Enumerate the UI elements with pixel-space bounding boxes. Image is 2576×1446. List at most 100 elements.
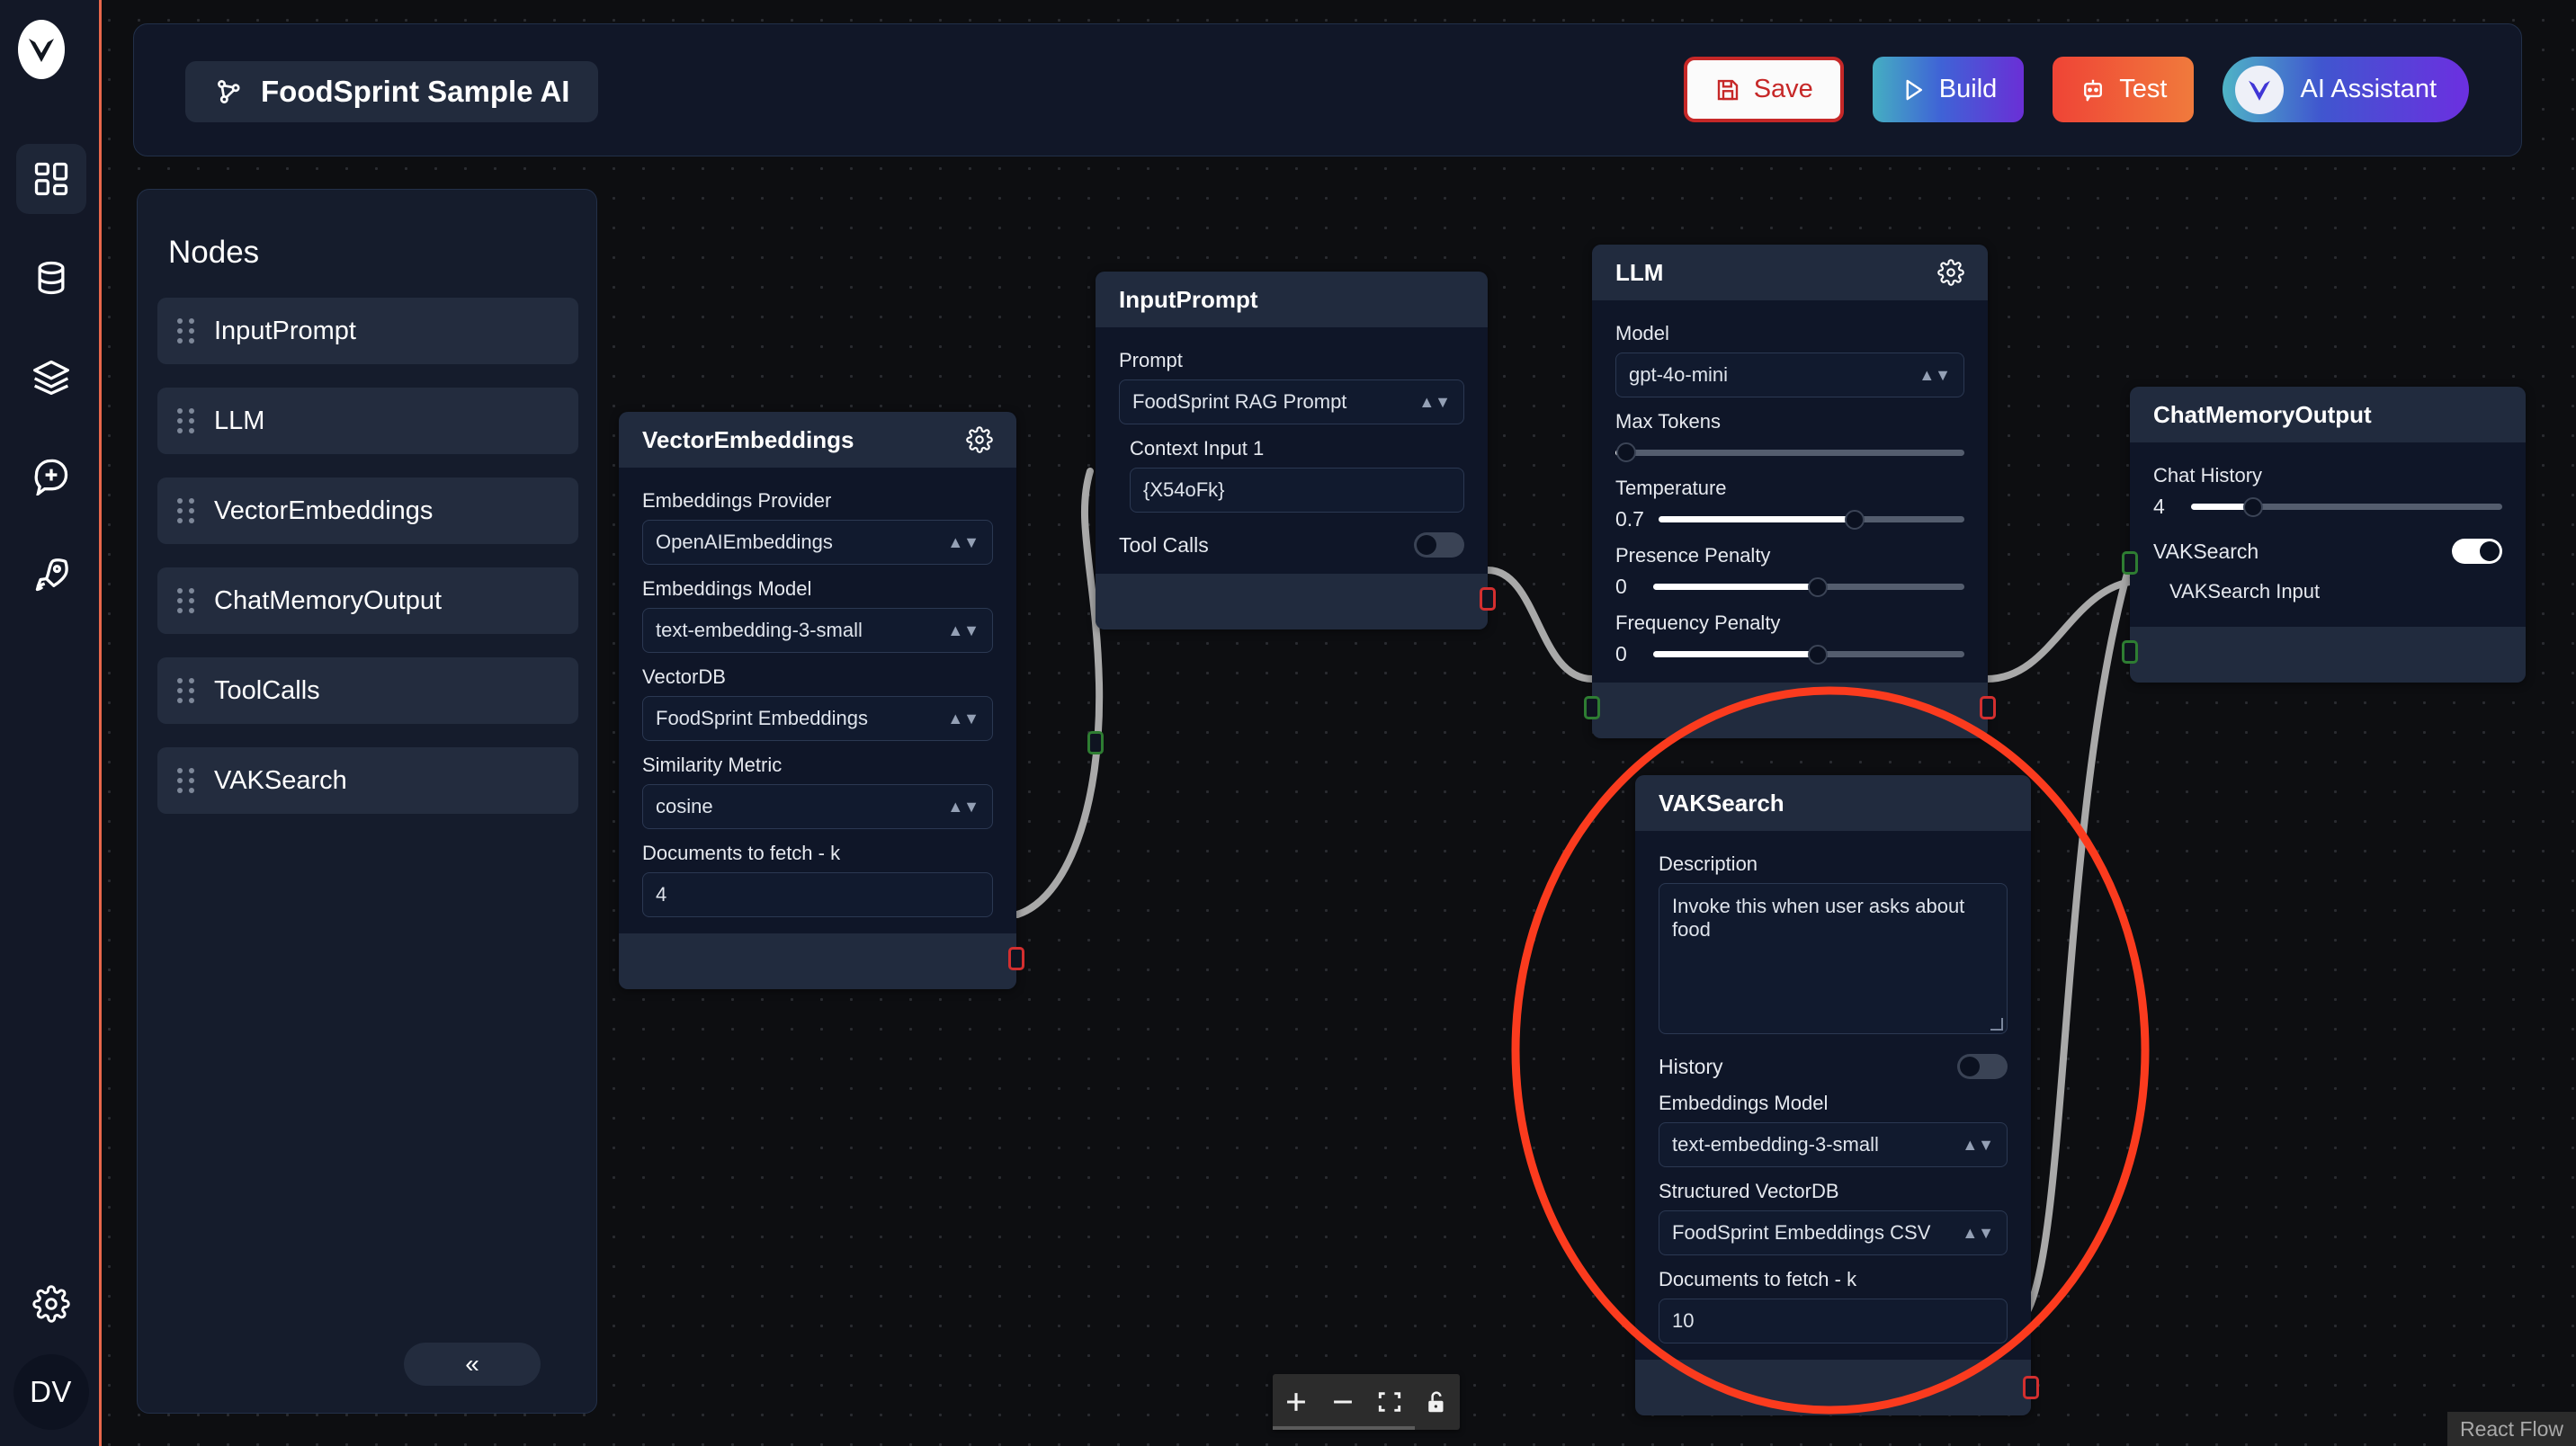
slider-max-tokens[interactable] [1615, 441, 1964, 464]
drag-handle-icon[interactable] [177, 768, 194, 793]
slider-knob[interactable] [1844, 509, 1865, 530]
select-value: FoodSprint RAG Prompt [1132, 390, 1347, 413]
slider-knob[interactable] [1808, 576, 1829, 597]
test-button[interactable]: Test [2053, 57, 2195, 122]
drag-handle-icon[interactable] [177, 498, 194, 523]
select-prompt[interactable]: FoodSprint RAG Prompt ▲▼ [1119, 379, 1464, 424]
rail-item-database[interactable] [16, 243, 86, 313]
slider-knob[interactable] [2243, 496, 2264, 517]
resize-handle-icon[interactable] [1990, 1018, 2003, 1031]
toggle-history[interactable] [1957, 1054, 2008, 1079]
slider-knob[interactable] [1615, 442, 1636, 462]
slider-frequency-penalty[interactable] [1653, 643, 1964, 666]
palette-item-vaksearch[interactable]: VAKSearch [157, 747, 578, 814]
flow-header: FoodSprint Sample AI Save Build Test AI … [133, 23, 2522, 156]
node-vaksearch[interactable]: VAKSearch Description Invoke this when u… [1635, 775, 2039, 1415]
node-settings-button[interactable] [966, 426, 993, 453]
node-vectorembeddings[interactable]: VectorEmbeddings Embeddings Provider Ope… [619, 412, 1024, 989]
slider-value-frequency-penalty: 0 [1615, 642, 1627, 665]
node-body: Description Invoke this when user asks a… [1635, 831, 2031, 1360]
input-handle[interactable] [2122, 640, 2138, 664]
zoom-out-button[interactable] [1319, 1374, 1366, 1430]
drag-handle-icon[interactable] [177, 588, 194, 613]
select-embeddings-model[interactable]: text-embedding-3-small ▲▼ [1659, 1122, 2008, 1167]
slider-knob[interactable] [1808, 644, 1829, 665]
chevron-updown-icon: ▲▼ [1919, 366, 1951, 384]
select-structured-vectordb[interactable]: FoodSprint Embeddings CSV ▲▼ [1659, 1210, 2008, 1255]
slider-chat-history[interactable] [2191, 495, 2502, 519]
slider-temperature[interactable] [1658, 508, 1964, 531]
app-logo[interactable] [18, 20, 65, 79]
slider-value-temperature: 0.7 [1615, 507, 1644, 531]
input-handle-vaksearch[interactable] [2122, 551, 2138, 575]
output-handle[interactable] [1980, 696, 1996, 719]
collapse-sidebar-button[interactable]: « [404, 1343, 541, 1386]
palette-item-vectorembeddings[interactable]: VectorEmbeddings [157, 478, 578, 544]
select-value: OpenAIEmbeddings [656, 531, 833, 553]
settings-button[interactable] [24, 1277, 78, 1331]
select-embeddings-provider[interactable]: OpenAIEmbeddings ▲▼ [642, 520, 993, 565]
select-value: text-embedding-3-small [1672, 1133, 1879, 1156]
nodes-panel-title: Nodes [168, 235, 260, 270]
ai-assistant-badge [2235, 65, 2285, 114]
select-model[interactable]: gpt-4o-mini ▲▼ [1615, 353, 1964, 397]
input-documents-k[interactable]: 4 [642, 872, 993, 917]
ai-assistant-button[interactable]: AI Assistant [2223, 57, 2469, 122]
build-button[interactable]: Build [1872, 57, 2025, 122]
input-documents-k[interactable]: 10 [1659, 1299, 2008, 1343]
drag-handle-icon[interactable] [177, 318, 194, 344]
output-handle[interactable] [1480, 587, 1496, 611]
palette-item-toolcalls[interactable]: ToolCalls [157, 657, 578, 724]
field-label-chat-history: Chat History [2153, 464, 2263, 486]
rail-item-dashboard[interactable] [15, 144, 86, 214]
input-handle[interactable] [1584, 696, 1600, 719]
save-button[interactable]: Save [1683, 57, 1844, 122]
fit-view-icon [1378, 1392, 1401, 1412]
node-inputprompt[interactable]: InputPrompt Prompt FoodSprint RAG Prompt… [1087, 272, 1496, 754]
palette-item-chatmemoryoutput[interactable]: ChatMemoryOutput [157, 567, 578, 634]
unlock-icon [1428, 1391, 1444, 1413]
field-label-vaksearch-input: VAKSearch Input [2169, 580, 2321, 602]
node-header[interactable]: VectorEmbeddings [619, 412, 1016, 468]
node-header[interactable]: ChatMemoryOutput [2130, 387, 2526, 442]
input-context-input-1[interactable]: {X54oFk} [1130, 468, 1464, 513]
lock-button[interactable] [1413, 1374, 1460, 1430]
palette-item-llm[interactable]: LLM [157, 388, 578, 454]
node-llm[interactable]: LLM Model gpt-4o-mini ▲▼ Max Tokens Temp… [1584, 245, 1996, 738]
node-title: VAKSearch [1659, 789, 1784, 817]
output-handle[interactable] [2023, 1376, 2039, 1399]
select-embeddings-model[interactable]: text-embedding-3-small ▲▼ [642, 608, 993, 653]
node-settings-button[interactable] [1937, 259, 1964, 286]
rail-item-deploy[interactable] [16, 540, 86, 610]
node-header[interactable]: LLM [1592, 245, 1988, 300]
node-header[interactable]: InputPrompt [1096, 272, 1488, 327]
zoom-in-button[interactable] [1273, 1374, 1319, 1430]
workflow-nodes-icon [218, 80, 240, 103]
node-chatmemoryoutput[interactable]: ChatMemoryOutput Chat History 4 VAKSearc… [2122, 387, 2526, 683]
toggle-tool-calls[interactable] [1414, 532, 1464, 558]
output-handle[interactable] [1008, 947, 1024, 970]
user-avatar[interactable]: DV [13, 1354, 89, 1430]
drag-handle-icon[interactable] [177, 408, 194, 433]
chat-plus-icon [34, 459, 67, 495]
field-label-embeddings-provider: Embeddings Provider [642, 489, 832, 512]
input-handle-context[interactable] [1087, 731, 1104, 754]
rail-item-new-chat[interactable] [16, 441, 86, 511]
drag-handle-icon[interactable] [177, 678, 194, 703]
slider-track [1653, 644, 1964, 665]
select-similarity-metric[interactable]: cosine ▲▼ [642, 784, 993, 829]
react-flow-attribution[interactable]: React Flow [2446, 1412, 2576, 1446]
flow-title-chip[interactable]: FoodSprint Sample AI [185, 61, 599, 122]
node-title: ChatMemoryOutput [2153, 400, 2372, 428]
toggle-vaksearch[interactable] [2452, 539, 2502, 564]
slider-presence-penalty[interactable] [1653, 576, 1964, 599]
field-label-model: Model [1615, 322, 1669, 344]
gear-icon [966, 426, 993, 453]
select-vectordb[interactable]: FoodSprint Embeddings ▲▼ [642, 696, 993, 741]
palette-item-inputprompt[interactable]: InputPrompt [157, 298, 578, 364]
fit-view-button[interactable] [1366, 1374, 1413, 1430]
node-header[interactable]: VAKSearch [1635, 775, 2031, 831]
textarea-description[interactable]: Invoke this when user asks about food [1659, 883, 2008, 1034]
rail-item-layers[interactable] [16, 342, 86, 412]
field-label-max-tokens: Max Tokens [1615, 410, 1721, 433]
